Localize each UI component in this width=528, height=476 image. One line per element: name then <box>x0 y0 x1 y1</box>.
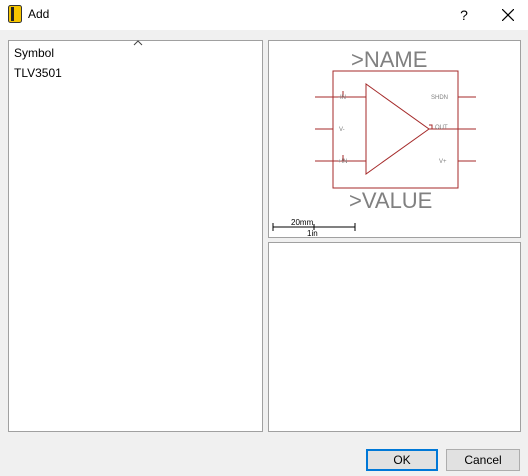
comparator-symbol-drawing: >NAME -IN V- +IN SHDN OUT V+ >VALUE 20mm <box>272 47 476 237</box>
description-panel <box>268 242 521 432</box>
pin-label-shdn: SHDN <box>431 95 448 101</box>
eagle-app-icon <box>8 5 22 23</box>
comparator-triangle <box>365 83 430 175</box>
pin-out-bracket <box>429 124 433 129</box>
close-icon <box>502 9 514 21</box>
cancel-button[interactable]: Cancel <box>446 449 520 471</box>
pin-label-v-plus: V+ <box>439 159 447 165</box>
name-placeholder: >NAME <box>351 47 427 72</box>
list-item[interactable]: TLV3501 <box>14 66 62 80</box>
help-button[interactable]: ? <box>448 0 480 30</box>
pin-in-minus-bracket <box>342 91 366 98</box>
sort-up-caret-icon[interactable] <box>133 39 143 47</box>
symbol-preview: >NAME -IN V- +IN SHDN OUT V+ >VALUE 20mm <box>268 40 521 238</box>
pin-label-in-plus: +IN <box>338 159 348 165</box>
symbol-list[interactable]: Symbol TLV3501 <box>8 40 263 432</box>
ok-button[interactable]: OK <box>366 449 438 471</box>
scale-metric-label: 20mm <box>291 218 314 227</box>
window-title: Add <box>28 7 50 21</box>
pin-label-v-minus: V- <box>339 127 345 133</box>
pin-label-in-minus: -IN <box>338 95 346 101</box>
column-header-symbol[interactable]: Symbol <box>14 46 54 60</box>
value-placeholder: >VALUE <box>349 188 432 213</box>
title-bar: Add ? <box>0 0 528 30</box>
close-button[interactable] <box>486 0 528 30</box>
scale-imperial-label: 1in <box>307 229 318 237</box>
pin-label-out: OUT <box>435 125 448 131</box>
